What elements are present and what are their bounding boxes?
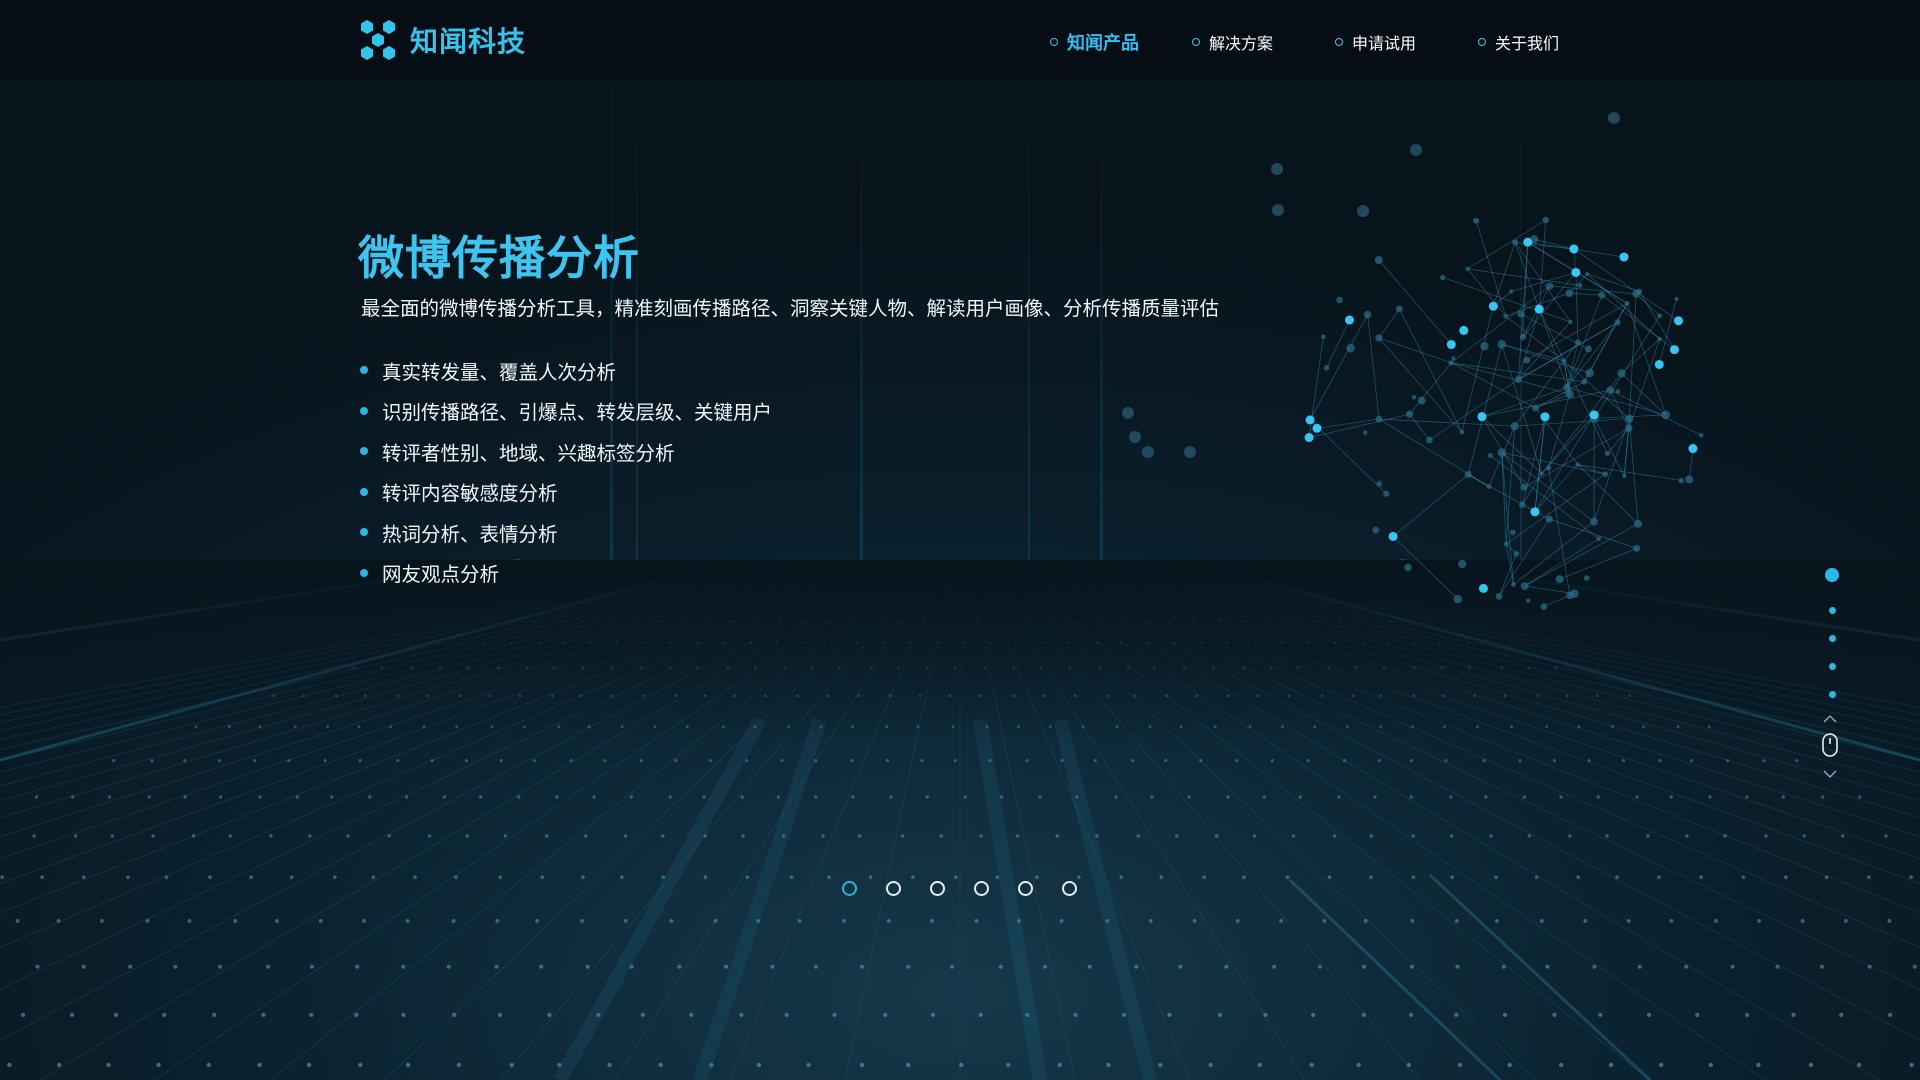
feature-item: 转评者性别、地域、兴趣标签分析 <box>360 431 772 472</box>
section-dot[interactable] <box>1825 568 1839 582</box>
carousel-dot[interactable] <box>1062 881 1077 896</box>
nav-label: 解决方案 <box>1209 34 1274 53</box>
feature-item: 热词分析、表情分析 <box>360 512 772 553</box>
hero-title: 微博传播分析 <box>358 231 640 285</box>
nav-label: 申请试用 <box>1352 34 1417 53</box>
feature-item: 转评内容敏感度分析 <box>360 472 772 513</box>
bullet-icon <box>360 366 368 375</box>
feature-text: 转评者性别、地域、兴趣标签分析 <box>382 441 675 465</box>
nav-label: 关于我们 <box>1495 34 1560 53</box>
hero-subtitle: 最全面的微博传播分析工具，精准刻画传播路径、洞察关键人物、解读用户画像、分析传播… <box>361 297 1220 320</box>
carousel-dot[interactable] <box>974 881 989 896</box>
nav-item-products[interactable]: 知闻产品 <box>1050 29 1139 55</box>
logo-text: 知闻科技 <box>410 25 527 58</box>
carousel-dot[interactable] <box>930 881 945 896</box>
feature-text: 热词分析、表情分析 <box>382 522 558 546</box>
nav-item-about[interactable]: 关于我们 <box>1478 30 1559 54</box>
section-dot[interactable] <box>1828 607 1836 614</box>
nav-bullet-icon <box>1478 38 1486 46</box>
nav-item-trial[interactable]: 申请试用 <box>1335 30 1416 54</box>
section-dot[interactable] <box>1828 635 1836 642</box>
nav-label: 知闻产品 <box>1067 33 1139 54</box>
background-scene <box>0 0 1920 1080</box>
carousel-dot[interactable] <box>886 881 901 896</box>
section-dot[interactable] <box>1828 691 1836 698</box>
nav-bullet-icon <box>1192 38 1200 46</box>
carousel-dot[interactable] <box>842 881 857 896</box>
feature-item: 识别传播路径、引爆点、转发层级、关键用户 <box>360 391 772 432</box>
nav-item-solutions[interactable]: 解决方案 <box>1192 30 1273 54</box>
feature-text: 真实转发量、覆盖人次分析 <box>382 360 617 384</box>
feature-list: 真实转发量、覆盖人次分析 识别传播路径、引爆点、转发层级、关键用户 转评者性别、… <box>360 350 772 593</box>
bullet-icon <box>360 568 368 577</box>
mouse-scroll-icon[interactable] <box>1819 714 1841 780</box>
bullet-icon <box>360 528 368 537</box>
feature-text: 识别传播路径、引爆点、转发层级、关键用户 <box>382 401 773 425</box>
bullet-icon <box>360 406 368 415</box>
feature-item: 网友观点分析 <box>360 553 772 594</box>
nav-bullet-icon <box>1335 38 1343 46</box>
feature-text: 网友观点分析 <box>382 563 500 587</box>
logo[interactable]: 知闻科技 <box>356 18 526 62</box>
carousel-dot[interactable] <box>1018 881 1033 896</box>
hexagon-cluster-icon <box>361 20 395 60</box>
bullet-icon <box>360 487 368 496</box>
nav-bullet-icon <box>1050 38 1058 46</box>
feature-item: 真实转发量、覆盖人次分析 <box>360 350 772 391</box>
feature-text: 转评内容敏感度分析 <box>382 482 558 506</box>
bullet-icon <box>360 447 368 456</box>
section-dot[interactable] <box>1828 663 1836 670</box>
carousel-pagination <box>842 881 1077 896</box>
top-navigation-bar: 知闻科技 知闻产品 解决方案 申请试用 关于我们 <box>0 0 1920 81</box>
